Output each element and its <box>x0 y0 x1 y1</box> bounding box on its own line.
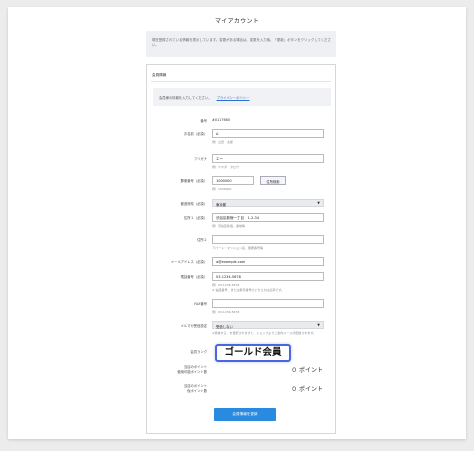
address-search-button[interactable]: 住所検索 <box>260 176 286 185</box>
fax-hint: 例）03-1234-5678 <box>212 310 240 314</box>
name-input[interactable]: A <box>212 129 324 138</box>
chevron-down-icon: ▼ <box>317 201 320 205</box>
mailmag-select-value: 受信しない <box>216 325 233 329</box>
address2-input[interactable] <box>212 235 324 244</box>
kana-label: フリガナ <box>193 157 207 161</box>
zip-label: 郵便番号（必須） <box>180 179 207 183</box>
member-rank-badge: ゴールド会員 <box>215 344 291 362</box>
notice-box: 現在登録されている情報を表示しています。変更がある場合は、変更を入力後、「更新」… <box>146 31 336 57</box>
page-title: マイアカウント <box>214 18 260 25</box>
kana-hint: 例）ヤマダ タロウ <box>212 165 240 169</box>
points-current-label: 当店のポイント 使用可能ポイント数 <box>177 365 207 374</box>
fax-input[interactable] <box>212 299 324 308</box>
address2-label: 住所２ <box>197 238 207 242</box>
points-pending-label: 当店のポイント 仮ポイント数 <box>183 384 207 393</box>
email-label: メールアドレス（必須） <box>170 260 207 264</box>
address1-label: 住所１（必須） <box>183 216 207 220</box>
pref-label: 都道府県（必須） <box>180 202 207 206</box>
info-text: 会員様の情報を入力してください。 <box>159 96 212 100</box>
update-member-button[interactable]: 会員情報を更新 <box>214 408 276 421</box>
kana-input[interactable]: エー <box>212 154 324 163</box>
address1-input[interactable]: 渋谷区新宿一丁目 1-2-34 <box>212 213 324 222</box>
phone-input[interactable]: 03-1234-5678 <box>212 272 324 281</box>
page-container: マイアカウント 現在登録されている情報を表示しています。変更がある場合は、変更を… <box>8 7 466 439</box>
points-current-value: ０ ポイント <box>291 367 323 374</box>
pref-select-value: 東京都 <box>216 203 227 207</box>
member-no-value: #0117660 <box>212 118 230 122</box>
member-info-panel: 会員情報 会員様の情報を入力してください。 プライバシーポリシー 番号 #0117… <box>146 64 336 434</box>
phone-hint: 例）03-1234-5678 <box>212 283 240 287</box>
email-field[interactable]: a@example.com <box>212 257 324 266</box>
phone-label: 電話番号（必須） <box>180 275 207 279</box>
mailmag-select[interactable]: 受信しない ▼ <box>212 321 324 329</box>
phone-hint-note: ※ 電話番号、または携帯番号のどちらかは必須です。 <box>212 288 285 292</box>
address1-hint: 例）渋谷区新宿、番地等 <box>212 224 246 228</box>
mailmag-hint: ※受信する、を選択されますと、ショップよりご案内メールが配信されます。 <box>212 331 317 335</box>
points-pending-value: ０ ポイント <box>291 386 323 393</box>
fax-label: FAX番号 <box>194 302 207 306</box>
chevron-down-icon: ▼ <box>317 323 320 327</box>
member-no-label: 番号 <box>200 119 207 123</box>
zip-input[interactable]: 1000000 <box>212 176 254 185</box>
rank-label: 会員ランク <box>190 350 207 354</box>
panel-title: 会員情報 <box>152 73 167 77</box>
address2-hint: アパート・マンション名、部屋番号等 <box>212 246 263 250</box>
privacy-policy-link[interactable]: プライバシーポリシー <box>217 96 250 100</box>
divider <box>151 81 331 82</box>
pref-select[interactable]: 東京都 ▼ <box>212 199 324 207</box>
name-label: お名前（必須） <box>183 132 207 136</box>
info-box: 会員様の情報を入力してください。 プライバシーポリシー <box>153 88 331 106</box>
name-hint: 例）山田 太郎 <box>212 140 234 144</box>
mailmag-label: メルマガ受信設定 <box>180 324 207 328</box>
zip-hint: 例）1000000 <box>212 187 232 191</box>
